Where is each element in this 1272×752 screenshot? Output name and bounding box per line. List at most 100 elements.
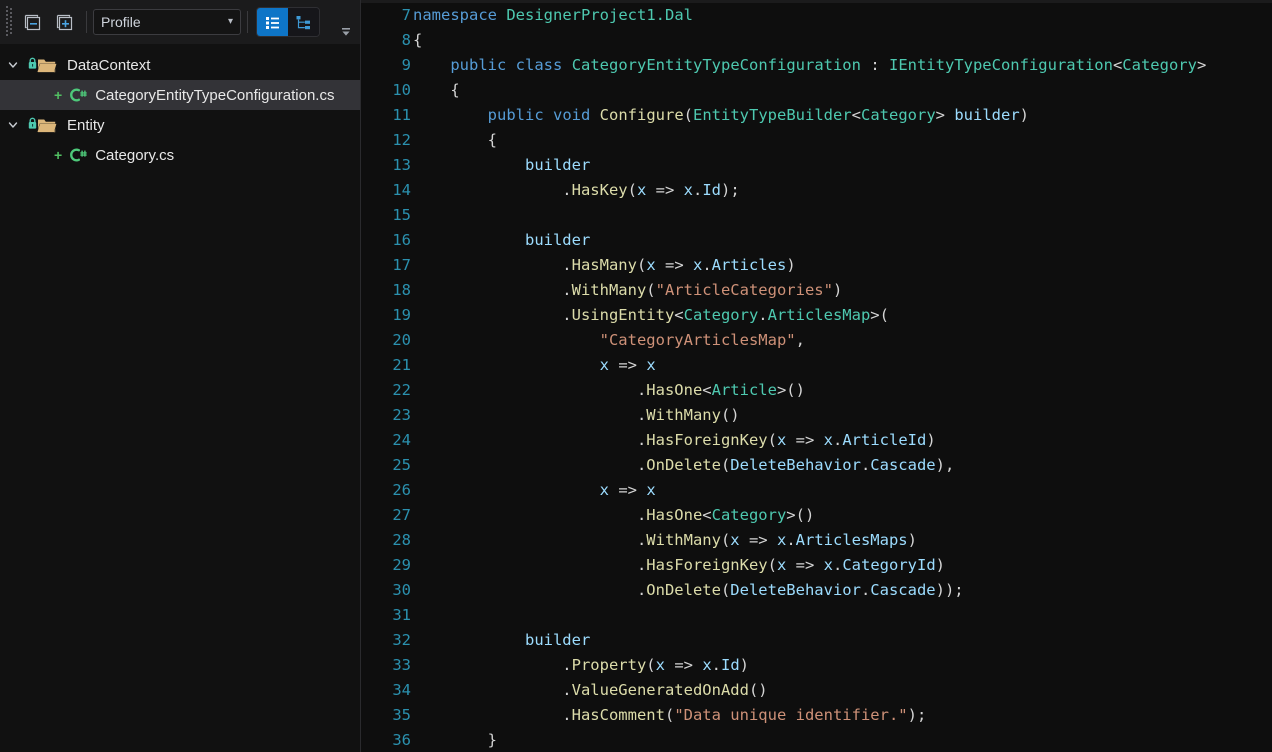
- line-number: 26: [392, 481, 411, 499]
- code-token: UsingEntity: [571, 306, 675, 324]
- code-token: x: [776, 431, 787, 449]
- code-line[interactable]: 15: [361, 203, 1272, 228]
- code-line[interactable]: 9 public class CategoryEntityTypeConfigu…: [361, 53, 1272, 78]
- drag-gripper[interactable]: [2, 2, 16, 42]
- tree-item-entity[interactable]: Entity: [0, 110, 360, 140]
- code-token: =>: [608, 481, 647, 499]
- code-token: <: [702, 506, 712, 524]
- tree-view-icon[interactable]: [288, 8, 319, 36]
- code-line[interactable]: 8{: [361, 28, 1272, 53]
- code-token: >(): [786, 506, 815, 524]
- chevron-down-icon[interactable]: [0, 110, 26, 140]
- code-line-text: .ValueGeneratedOnAdd(): [413, 678, 768, 703]
- code-token: .: [832, 556, 843, 574]
- line-number: 22: [392, 381, 411, 399]
- line-number: 13: [392, 156, 411, 174]
- code-token: namespace: [413, 6, 497, 24]
- tree-item-label: Entity: [67, 116, 105, 134]
- code-line[interactable]: 18 .WithMany("ArticleCategories"): [361, 278, 1272, 303]
- code-token: >(): [776, 381, 805, 399]
- code-token: WithMany: [571, 281, 647, 299]
- code-line[interactable]: 31: [361, 603, 1272, 628]
- csharp-file-icon: [66, 86, 88, 104]
- code-line-text: .HasMany(x => x.Articles): [413, 253, 795, 278]
- code-line[interactable]: 36 }: [361, 728, 1272, 752]
- code-token: <: [851, 106, 861, 124]
- code-token: x: [776, 531, 787, 549]
- code-token: (: [720, 531, 731, 549]
- code-line-text: .HasComment("Data unique identifier.");: [413, 703, 926, 728]
- code-line[interactable]: 30 .OnDelete(DeleteBehavior.Cascade));: [361, 578, 1272, 603]
- code-token: IEntityTypeConfiguration: [888, 56, 1113, 74]
- tree-item-category-cs[interactable]: + Category.cs: [0, 140, 360, 170]
- chevron-down-icon[interactable]: [0, 50, 26, 80]
- code-line[interactable]: 13 builder: [361, 153, 1272, 178]
- line-number: 29: [392, 556, 411, 574]
- code-token: Cascade: [870, 581, 936, 599]
- code-line-text: .HasOne<Category>(): [413, 503, 814, 528]
- file-tree: DataContext + CategoryEntityTypeConfigur…: [0, 44, 360, 170]
- code-line[interactable]: 14 .HasKey(x => x.Id);: [361, 178, 1272, 203]
- code-line[interactable]: 20 "CategoryArticlesMap",: [361, 328, 1272, 353]
- code-line[interactable]: 25 .OnDelete(DeleteBehavior.Cascade),: [361, 453, 1272, 478]
- code-line[interactable]: 16 builder: [361, 228, 1272, 253]
- code-line[interactable]: 21 x => x: [361, 353, 1272, 378]
- tree-item-datacontext[interactable]: DataContext: [0, 50, 360, 80]
- solution-explorer-panel: Profile ▾ DataContext + CategoryEntityTy…: [0, 0, 361, 752]
- line-number: 16: [392, 231, 411, 249]
- code-line[interactable]: 33 .Property(x => x.Id): [361, 653, 1272, 678]
- code-token: x: [636, 181, 647, 199]
- code-line[interactable]: 23 .WithMany(): [361, 403, 1272, 428]
- code-token: Id: [702, 181, 722, 199]
- code-line[interactable]: 24 .HasForeignKey(x => x.ArticleId): [361, 428, 1272, 453]
- code-line[interactable]: 32 builder: [361, 628, 1272, 653]
- code-token: x: [599, 356, 609, 374]
- collapse-all-icon[interactable]: [17, 8, 47, 36]
- code-token: .: [413, 581, 647, 599]
- code-line-text: .WithMany(x => x.ArticlesMaps): [413, 528, 917, 553]
- expand-all-icon[interactable]: [49, 8, 79, 36]
- code-line-text: "CategoryArticlesMap",: [413, 328, 805, 353]
- code-line-text: {: [413, 128, 497, 153]
- code-line[interactable]: 7 namespace DesignerProject1.Dal: [361, 3, 1272, 28]
- code-lines[interactable]: 7 namespace DesignerProject1.Dal 8{9 publi…: [361, 0, 1272, 752]
- code-line[interactable]: 22 .HasOne<Article>(): [361, 378, 1272, 403]
- code-line[interactable]: 26 x => x: [361, 478, 1272, 503]
- code-line[interactable]: 11 public void Configure(EntityTypeBuild…: [361, 103, 1272, 128]
- code-line-text: .HasOne<Article>(): [413, 378, 805, 403]
- code-line[interactable]: 27 .HasOne<Category>(): [361, 503, 1272, 528]
- code-token: ),: [935, 456, 955, 474]
- code-line[interactable]: 34 .ValueGeneratedOnAdd(): [361, 678, 1272, 703]
- code-editor[interactable]: 7 namespace DesignerProject1.Dal 8{9 publi…: [361, 0, 1272, 752]
- tree-item-categoryentitytypeconfiguration-cs[interactable]: + CategoryEntityTypeConfiguration.cs: [0, 80, 360, 110]
- code-token: Article: [711, 381, 777, 399]
- code-line[interactable]: 28 .WithMany(x => x.ArticlesMaps): [361, 528, 1272, 553]
- profile-select[interactable]: Profile ▾: [93, 9, 241, 35]
- code-line-text: .OnDelete(DeleteBehavior.Cascade),: [413, 453, 954, 478]
- code-line[interactable]: 10 {: [361, 78, 1272, 103]
- added-plus-icon: +: [54, 147, 63, 163]
- code-token: Id: [721, 656, 740, 674]
- code-token: Category: [683, 306, 759, 324]
- profile-select-value: Profile: [101, 14, 141, 30]
- code-line[interactable]: 29 .HasForeignKey(x => x.CategoryId): [361, 553, 1272, 578]
- code-token: builder: [524, 231, 591, 249]
- toolbar-overflow-icon[interactable]: [336, 22, 356, 42]
- code-token: (): [748, 681, 768, 699]
- code-token: Articles: [711, 256, 787, 274]
- code-token: =>: [655, 256, 693, 274]
- list-view-icon[interactable]: [257, 8, 288, 36]
- code-line[interactable]: 19 .UsingEntity<Category.ArticlesMap>(: [361, 303, 1272, 328]
- line-number: 15: [392, 206, 411, 224]
- code-token: EntityTypeBuilder: [693, 106, 852, 124]
- code-token: .: [413, 506, 647, 524]
- code-line[interactable]: 35 .HasComment("Data unique identifier."…: [361, 703, 1272, 728]
- code-line[interactable]: 17 .HasMany(x => x.Articles): [361, 253, 1272, 278]
- code-token: {: [413, 31, 423, 49]
- code-token: Configure: [599, 106, 684, 124]
- code-token: CategoryId: [842, 556, 936, 574]
- code-line[interactable]: 12 {: [361, 128, 1272, 153]
- code-token: ArticlesMap: [767, 306, 871, 324]
